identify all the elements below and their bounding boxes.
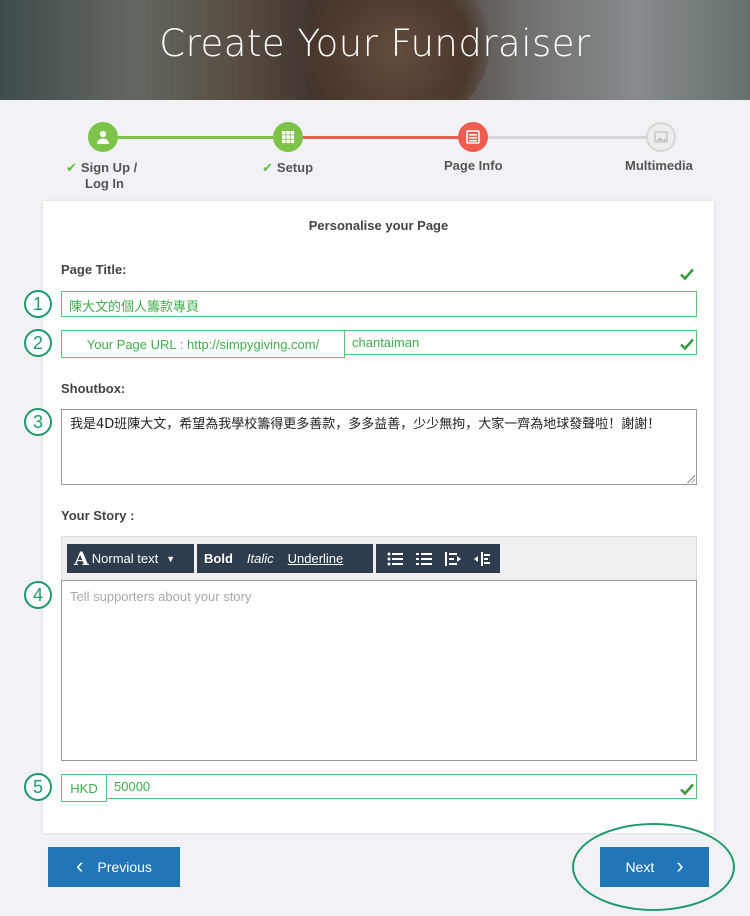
- story-placeholder: Tell supporters about your story: [70, 589, 252, 604]
- hero-banner: Create Your Fundraiser: [0, 0, 750, 100]
- annotation-marker: 4: [24, 581, 52, 609]
- bulleted-list-icon[interactable]: [387, 552, 403, 566]
- user-icon: [97, 130, 109, 144]
- format-group: Bold Italic Underline: [197, 544, 373, 573]
- grid-icon: [282, 131, 295, 144]
- annotation-highlight-ring: [572, 823, 735, 911]
- check-icon: ✔: [66, 160, 77, 175]
- step-multimedia-label[interactable]: Multimedia: [625, 158, 693, 174]
- form-heading: Personalise your Page: [308, 218, 449, 233]
- page-url-input[interactable]: chantaiman: [344, 330, 697, 355]
- check-icon: ✔: [262, 160, 273, 175]
- caret-down-icon: ▼: [166, 553, 176, 564]
- step-connector: [118, 136, 273, 139]
- annotation-marker: 1: [24, 290, 52, 318]
- target-amount-input[interactable]: 50000: [106, 774, 697, 799]
- chevron-left-icon: ‹: [76, 852, 84, 878]
- step-signup-circle[interactable]: [88, 122, 118, 152]
- step-multimedia-circle[interactable]: [646, 122, 676, 152]
- page-info-icon: [466, 130, 480, 144]
- currency-label: HKD: [61, 774, 107, 802]
- annotation-marker: 5: [24, 773, 52, 801]
- italic-button[interactable]: Italic: [240, 544, 281, 573]
- numbered-list-icon[interactable]: [415, 552, 432, 566]
- annotation-marker: 2: [24, 329, 52, 357]
- resize-handle[interactable]: [687, 475, 695, 483]
- underline-button[interactable]: Underline: [281, 544, 351, 573]
- progress-steps: ✔ Sign Up / Log In ✔ Setup Page Info Multi…: [0, 100, 750, 200]
- page-title: Create Your Fundraiser: [159, 22, 591, 65]
- step-setup-label[interactable]: ✔ Setup: [262, 160, 313, 176]
- url-prefix: Your Page URL : http://simpygiving.com/: [61, 330, 345, 358]
- outdent-icon[interactable]: [444, 551, 461, 566]
- previous-button[interactable]: ‹ Previous: [48, 847, 180, 887]
- shoutbox-label: Shoutbox:: [61, 381, 126, 396]
- indent-icon[interactable]: [473, 551, 490, 566]
- editor-toolbar: A Normal text ▼ Bold Italic Underline: [61, 536, 697, 581]
- image-icon: [654, 131, 668, 143]
- page-title-label: Page Title:: [61, 262, 127, 277]
- step-pageinfo-circle[interactable]: [458, 122, 488, 152]
- shoutbox-textarea[interactable]: 我是4D班陳大文，希望為我學校籌得更多善款，多多益善，少少無拘，大家一齊為地球發…: [61, 409, 697, 485]
- font-style-dropdown[interactable]: A Normal text ▼: [67, 544, 194, 573]
- step-connector: [303, 136, 458, 139]
- story-label: Your Story :: [61, 508, 135, 523]
- valid-check-icon: [680, 783, 694, 795]
- page-title-input[interactable]: 陳大文的個人籌款專頁: [61, 291, 697, 317]
- annotation-marker: 3: [24, 408, 52, 436]
- step-pageinfo-label[interactable]: Page Info: [444, 158, 503, 174]
- step-connector: [488, 136, 646, 139]
- valid-check-icon: [680, 338, 694, 350]
- step-setup-circle[interactable]: [273, 122, 303, 152]
- font-icon: A: [74, 547, 89, 570]
- story-editor[interactable]: Tell supporters about your story: [61, 580, 697, 761]
- step-signup-label[interactable]: ✔ Sign Up / Log In: [66, 160, 137, 192]
- list-group: [376, 544, 500, 573]
- bold-button[interactable]: Bold: [197, 544, 240, 573]
- valid-check-icon: [680, 268, 694, 280]
